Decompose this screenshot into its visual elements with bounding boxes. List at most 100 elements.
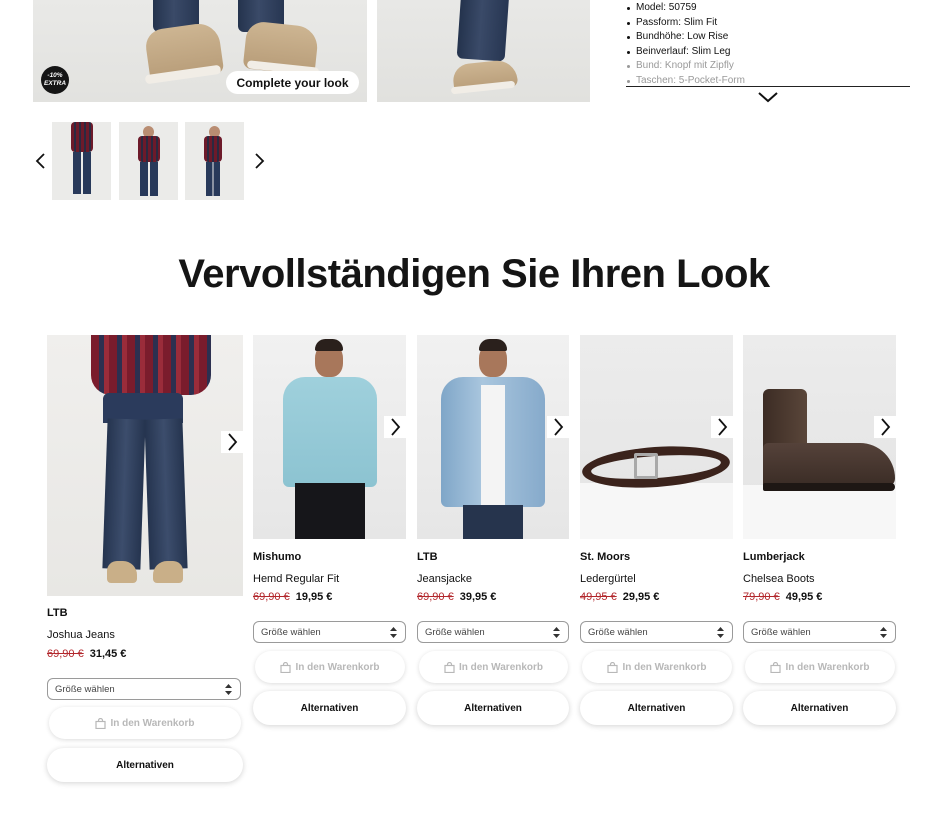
size-select[interactable]: Größe wählen xyxy=(47,678,241,700)
black-trousers xyxy=(295,483,365,539)
size-select[interactable]: Größe wählen xyxy=(743,621,896,643)
spec-model: Model: 50759 xyxy=(626,1,910,16)
product-name[interactable]: Jeansjacke xyxy=(417,573,472,585)
blue-shirt xyxy=(283,377,377,487)
thumb-shirt xyxy=(71,122,93,152)
complete-your-look-button[interactable]: Complete your look xyxy=(226,71,359,94)
product-main-image[interactable]: Complete your look xyxy=(33,0,367,102)
product-price: 69,90 € 19,95 € xyxy=(253,591,332,603)
sort-updown-icon xyxy=(717,627,724,638)
display-pedestal xyxy=(580,483,733,539)
jeans-right-leg xyxy=(144,418,188,570)
alternatives-button[interactable]: Alternativen xyxy=(580,691,733,725)
sort-updown-icon xyxy=(390,627,397,638)
add-to-cart-label: In den Warenkorb xyxy=(622,661,707,673)
jeans-left-leg xyxy=(102,418,146,570)
sale-price: 29,95 € xyxy=(622,591,660,603)
size-select[interactable]: Größe wählen xyxy=(417,621,569,643)
model-hair xyxy=(315,339,343,351)
thumb-jeans xyxy=(140,162,158,196)
chevron-right-icon[interactable] xyxy=(252,152,266,170)
badge-extra: EXTRA xyxy=(43,80,67,87)
add-to-cart-button[interactable]: In den Warenkorb xyxy=(745,651,895,683)
product-brand: Lumberjack xyxy=(743,551,805,563)
add-to-cart-button[interactable]: In den Warenkorb xyxy=(255,651,405,683)
product-name[interactable]: Ledergürtel xyxy=(580,573,636,585)
white-tshirt xyxy=(481,385,505,505)
thumb-shirt xyxy=(138,136,160,162)
old-price: 69,90 € xyxy=(47,648,84,660)
boot-foot xyxy=(763,443,895,487)
dark-jeans xyxy=(463,505,523,539)
thumb-jeans xyxy=(73,152,91,194)
add-to-cart-label: In den Warenkorb xyxy=(295,661,380,673)
product-price: 49,95 € 29,95 € xyxy=(580,591,659,603)
jeans-leg xyxy=(456,0,510,62)
add-to-cart-button[interactable]: In den Warenkorb xyxy=(49,707,241,739)
chevron-right-icon[interactable] xyxy=(221,431,243,453)
plaid-shirt xyxy=(91,335,211,395)
sort-updown-icon xyxy=(880,627,887,638)
product-image[interactable] xyxy=(47,335,243,596)
model-hair xyxy=(479,339,507,351)
chevron-right-icon[interactable] xyxy=(384,416,406,438)
shopping-bag-icon xyxy=(607,661,619,673)
shopping-bag-icon xyxy=(95,717,107,729)
thumb-jeans xyxy=(206,162,220,196)
chevron-right-icon[interactable] xyxy=(547,416,569,438)
product-specs: Model: 50759 Passform: Slim Fit Bundhöhe… xyxy=(626,1,910,87)
spec-rise: Bundhöhe: Low Rise xyxy=(626,30,910,45)
add-to-cart-button[interactable]: In den Warenkorb xyxy=(582,651,732,683)
sale-price: 19,95 € xyxy=(295,591,333,603)
thumb-shirt xyxy=(204,136,222,162)
boot-sole xyxy=(763,483,895,491)
sort-updown-icon xyxy=(553,627,560,638)
belt-buckle xyxy=(634,453,658,479)
spec-pockets: Taschen: 5-Pocket-Form xyxy=(626,74,910,86)
size-select-placeholder: Größe wählen xyxy=(261,627,321,638)
chevron-down-icon[interactable] xyxy=(757,90,779,104)
spec-leg: Beinverlauf: Slim Leg xyxy=(626,45,910,60)
spec-fit: Passform: Slim Fit xyxy=(626,16,910,31)
thumbnail-1[interactable] xyxy=(52,122,111,200)
size-select-placeholder: Größe wählen xyxy=(55,684,115,695)
badge-percent: -10% xyxy=(47,72,63,79)
chevron-right-icon[interactable] xyxy=(874,416,896,438)
alternatives-button[interactable]: Alternativen xyxy=(743,691,896,725)
size-select-placeholder: Größe wählen xyxy=(751,627,811,638)
size-select[interactable]: Größe wählen xyxy=(580,621,733,643)
sort-updown-icon xyxy=(225,684,232,695)
product-name[interactable]: Chelsea Boots xyxy=(743,573,815,585)
right-shoe xyxy=(153,561,183,583)
product-brand: LTB xyxy=(417,551,438,563)
chevron-right-icon[interactable] xyxy=(711,416,733,438)
size-select[interactable]: Größe wählen xyxy=(253,621,406,643)
page: Complete your look -10% EXTRA Model: 507… xyxy=(0,0,948,829)
sale-price: 49,95 € xyxy=(785,591,823,603)
shopping-bag-icon xyxy=(444,661,455,673)
chevron-left-icon[interactable] xyxy=(34,152,48,170)
display-pedestal xyxy=(743,485,896,539)
shopping-bag-icon xyxy=(280,661,292,673)
alternatives-button[interactable]: Alternativen xyxy=(47,748,243,782)
product-price: 69,90 € 39,95 € xyxy=(417,591,496,603)
product-name[interactable]: Hemd Regular Fit xyxy=(253,573,339,585)
product-side-image[interactable] xyxy=(377,0,590,102)
section-title: Vervollständigen Sie Ihren Look xyxy=(178,252,770,296)
product-price: 69,90 € 31,45 € xyxy=(47,648,126,660)
product-brand: St. Moors xyxy=(580,551,631,563)
thumbnail-2[interactable] xyxy=(119,122,178,200)
extra-discount-badge: -10% EXTRA xyxy=(41,66,69,94)
alternatives-button[interactable]: Alternativen xyxy=(253,691,406,725)
size-select-placeholder: Größe wählen xyxy=(425,627,485,638)
add-to-cart-button[interactable]: In den Warenkorb xyxy=(419,651,568,683)
old-price: 69,90 € xyxy=(253,591,290,603)
product-price: 79,90 € 49,95 € xyxy=(743,591,822,603)
spec-waist: Bund: Knopf mit Zipfly xyxy=(626,59,910,74)
thumbnail-3[interactable] xyxy=(185,122,244,200)
sale-price: 39,95 € xyxy=(459,591,497,603)
product-brand: Mishumo xyxy=(253,551,302,563)
product-brand: LTB xyxy=(47,607,68,619)
product-name[interactable]: Joshua Jeans xyxy=(47,629,115,641)
alternatives-button[interactable]: Alternativen xyxy=(417,691,569,725)
